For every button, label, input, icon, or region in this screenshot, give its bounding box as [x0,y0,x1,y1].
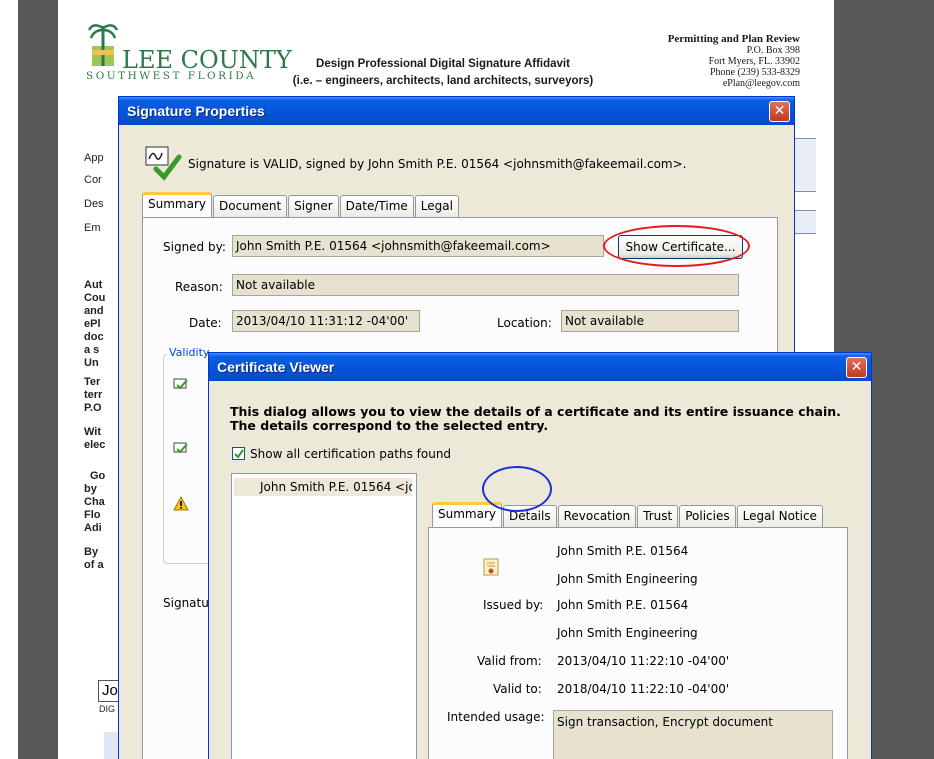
doc-text-fragment: By [84,546,99,558]
location-label: Location: [497,316,552,330]
office-address: Permitting and Plan Review P.O. Box 398 … [667,33,800,90]
logo-subtitle: SOUTHWEST FLORIDA [86,70,257,82]
doc-text-fragment: terr [84,389,103,401]
tab-policies[interactable]: Policies [679,505,736,527]
reason-label: Reason: [175,280,223,294]
doc-text-fragment: Wit [84,426,102,438]
valid-to-label: Valid to: [493,682,542,696]
office-line: Phone (239) 533-8329 [710,67,800,78]
doc-text-fragment: and [84,305,104,317]
close-button[interactable]: ✕ [846,357,867,378]
checkmark-icon [234,449,244,459]
tab-summary[interactable]: Summary [142,192,212,217]
office-line: P.O. Box 398 [746,45,800,56]
certificate-summary-panel: John Smith P.E. 01564 John Smith Enginee… [428,527,848,759]
warning-icon [173,496,189,511]
certificate-description: This dialog allows you to view the detai… [230,404,841,433]
doc-text-fragment: DIG [99,704,116,714]
date-label: Date: [189,316,222,330]
reason-field: Not available [232,274,739,296]
doc-text-fragment: Ter [84,376,101,388]
form-field-highlight [794,138,816,192]
lee-county-logo: LEE COUNTY SOUTHWEST FLORIDA [86,16,292,86]
valid-from-label: Valid from: [477,654,542,668]
doc-text-fragment: Cou [84,292,106,304]
blue-highlight-ellipse [482,466,552,512]
doc-text-fragment: P.O [84,402,102,414]
tab-legal-notice[interactable]: Legal Notice [736,505,823,527]
certificate-chain-list[interactable]: John Smith P.E. 01564 <joh [231,473,417,759]
tab-signer[interactable]: Signer [288,195,339,217]
intended-usage-label: Intended usage: [447,710,545,724]
doc-text-fragment: doc [84,331,104,343]
signature-tabs: Summary Document Signer Date/Time Legal [142,192,460,217]
issuer-name: John Smith P.E. 01564 [557,598,689,612]
pen-check-icon [173,442,188,454]
valid-signature-icon [145,146,182,181]
tab-document[interactable]: Document [213,195,288,217]
show-all-paths-checkbox[interactable] [232,447,245,460]
tab-revocation[interactable]: Revocation [557,505,637,527]
document-title: Design Professional Digital Signature Af… [288,56,598,90]
doc-text-fragment: App [84,152,104,164]
signature-label: Signatur [163,596,214,610]
certificate-viewer-window: Certificate Viewer ✕ This dialog allows … [208,352,872,759]
pen-check-icon [173,378,188,390]
issuer-organization: John Smith Engineering [557,626,698,640]
tab-summary[interactable]: Summary [432,502,502,527]
doc-text-fragment: Adi [84,522,102,534]
doc-text-fragment: ePl [84,318,101,330]
doc-text-fragment: Un [84,357,99,369]
red-highlight-ellipse [603,225,750,267]
tab-date-time[interactable]: Date/Time [339,195,414,217]
viewer-background-left [18,0,58,759]
valid-to-value: 2018/04/10 11:22:10 -04'00' [557,682,730,696]
signed-by-label: Signed by: [163,240,226,254]
palm-tree-icon [88,24,118,66]
doc-text-fragment: Em [84,222,101,234]
doc-text-fragment: by [84,483,97,495]
doc-text-fragment: Aut [84,279,103,291]
subject-name: John Smith P.E. 01564 [557,544,689,558]
location-field: Not available [561,310,739,332]
certificate-icon [483,558,499,576]
office-line: ePlan@leegov.com [722,78,800,89]
certificate-viewer-body: This dialog allows you to view the detai… [212,381,868,759]
doc-text-fragment: Cha [84,496,105,508]
signature-status-text: Signature is VALID, signed by John Smith… [188,157,687,171]
doc-text-fragment: Cor [84,174,102,186]
validity-label: Validity [167,346,212,359]
close-icon: ✕ [773,103,786,119]
doc-text-fragment: elec [84,439,106,451]
show-all-paths-label: Show all certification paths found [250,447,452,461]
subject-organization: John Smith Engineering [557,572,698,586]
doc-text-fragment: Flo [84,509,101,521]
certificate-chain-item[interactable]: John Smith P.E. 01564 <joh [234,478,412,496]
date-field: 2013/04/10 11:31:12 -04'00' [232,310,420,332]
signed-by-field: John Smith P.E. 01564 <johnsmith@fakeema… [232,235,604,257]
signature-properties-titlebar[interactable]: Signature Properties [119,97,794,125]
doc-text-fragment: of a [84,559,104,571]
valid-from-value: 2013/04/10 11:22:10 -04'00' [557,654,730,668]
doc-text-fragment: a s [84,344,100,356]
tab-trust[interactable]: Trust [637,505,679,527]
doc-text-fragment: Go [90,470,106,482]
certificate-tabs: Summary Details Revocation Trust Policie… [432,502,824,527]
office-heading: Permitting and Plan Review [667,33,800,45]
issued-by-label: Issued by: [483,598,544,612]
close-icon: ✕ [850,359,863,375]
document-title-line2: (i.e. – engineers, architects, land arch… [292,75,594,87]
intended-usage-field: Sign transaction, Encrypt document [553,710,833,759]
tab-legal[interactable]: Legal [414,195,459,217]
form-field-highlight [794,210,816,234]
left-margin [0,0,18,759]
certificate-viewer-titlebar[interactable]: Certificate Viewer [209,353,871,381]
close-button[interactable]: ✕ [769,101,790,122]
doc-text-fragment: Des [84,198,104,210]
document-title-line1: Design Professional Digital Signature Af… [316,58,570,70]
office-line: Fort Myers, FL. 33902 [708,56,800,67]
